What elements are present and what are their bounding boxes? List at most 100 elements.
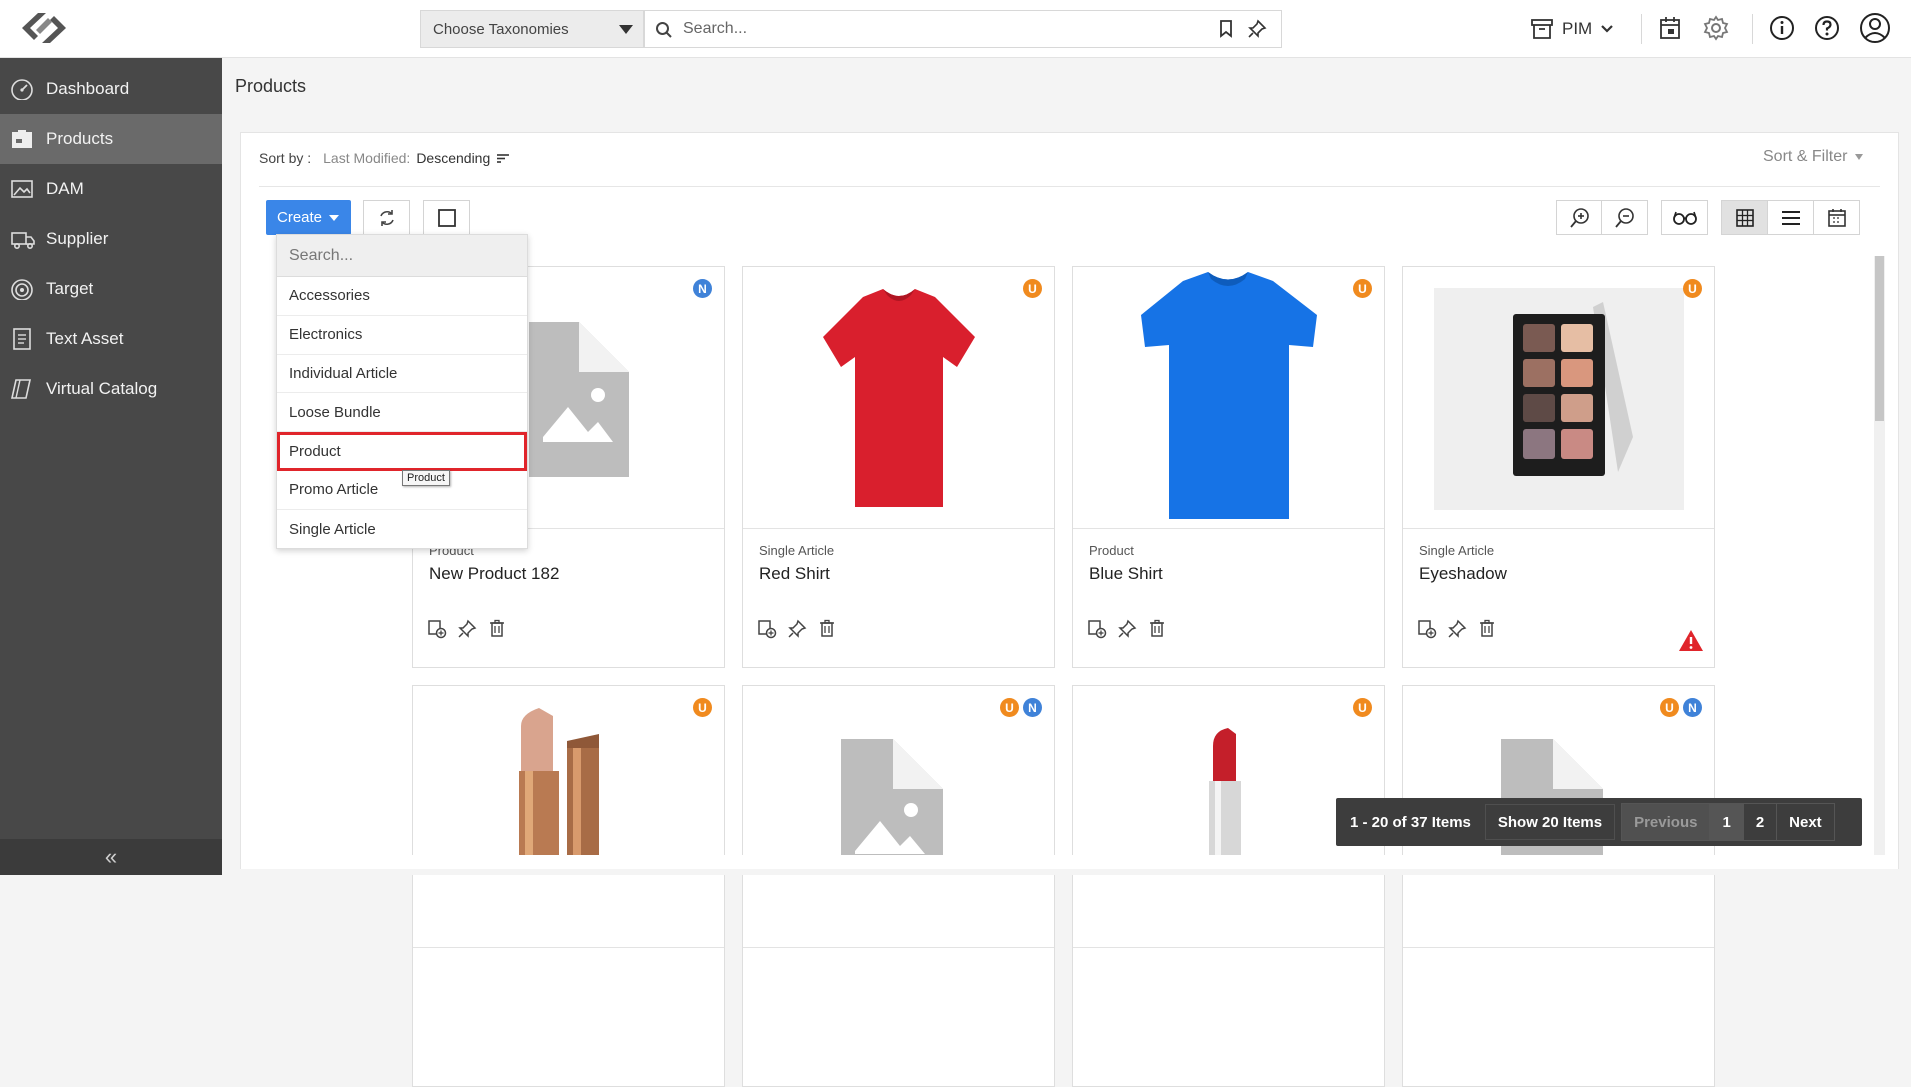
pin-icon[interactable] — [1447, 619, 1467, 639]
menu-item-individual-article[interactable]: Individual Article — [277, 355, 527, 394]
status-badges: U — [1023, 279, 1042, 298]
product-card[interactable]: U — [1072, 685, 1385, 1087]
workspace-label: PIM — [1562, 19, 1593, 38]
create-button[interactable]: Create — [266, 200, 351, 235]
menu-item-single-article[interactable]: Single Article — [277, 510, 527, 549]
sort-filter-toggle[interactable]: Sort & Filter — [1763, 148, 1864, 166]
workspace-switch[interactable]: PIM — [1530, 14, 1614, 44]
refresh-button[interactable] — [363, 200, 410, 235]
sort-order[interactable]: Descending — [416, 150, 490, 166]
vertical-scrollbar[interactable] — [1874, 256, 1885, 856]
card-title: Red Shirt — [759, 564, 830, 583]
pin-icon[interactable] — [457, 619, 477, 639]
card-actions — [1087, 619, 1167, 639]
product-card[interactable]: U N — [742, 685, 1055, 1087]
calendar-view-button[interactable] — [1813, 200, 1860, 235]
product-card[interactable]: U Product Blue Shirt — [1072, 266, 1385, 668]
sidebar-item-label: Text Asset — [46, 329, 124, 348]
status-badge: U — [693, 698, 712, 717]
status-badges: U — [1353, 279, 1372, 298]
product-image — [743, 267, 1054, 529]
create-menu: Accessories Electronics Individual Artic… — [276, 234, 528, 549]
pin-icon[interactable] — [787, 619, 807, 639]
zoom-out-button[interactable] — [1601, 200, 1648, 235]
pagination-info: 1 - 20 of 37 Items — [1350, 813, 1471, 831]
pin-icon[interactable] — [1247, 19, 1267, 39]
product-image — [413, 686, 724, 948]
page-size-button[interactable]: Show 20 Items — [1484, 804, 1616, 840]
help-icon[interactable] — [1814, 15, 1840, 41]
preview-toggle-button[interactable] — [1661, 200, 1708, 235]
taxonomy-select[interactable]: Choose Taxonomies — [420, 10, 644, 48]
sidebar-collapse-button[interactable]: « — [0, 839, 222, 875]
card-type: Single Article — [759, 543, 835, 558]
sidebar-item-dashboard[interactable]: Dashboard — [0, 64, 222, 114]
trash-icon[interactable] — [487, 619, 507, 639]
red-tshirt-image — [823, 289, 975, 507]
zoom-out-icon — [1614, 207, 1636, 229]
status-badges: U — [1353, 698, 1372, 717]
sidebar-item-label: Virtual Catalog — [46, 379, 158, 398]
refresh-icon — [377, 208, 397, 228]
list-view-button[interactable] — [1767, 200, 1814, 235]
trash-icon[interactable] — [1147, 619, 1167, 639]
image-icon — [10, 178, 34, 200]
app-logo[interactable] — [20, 10, 68, 46]
user-avatar-icon[interactable] — [1859, 12, 1891, 44]
sidebar-item-text-asset[interactable]: Text Asset — [0, 314, 222, 364]
target-icon — [10, 278, 34, 300]
trash-icon[interactable] — [1477, 619, 1497, 639]
zoom-in-button[interactable] — [1556, 200, 1603, 235]
status-badges: U — [1683, 279, 1702, 298]
menu-item-loose-bundle[interactable]: Loose Bundle — [277, 393, 527, 433]
info-icon[interactable] — [1769, 15, 1795, 41]
next-page-button[interactable]: Next — [1777, 804, 1834, 840]
status-badge: U — [1683, 279, 1702, 298]
copy-add-icon[interactable] — [1417, 619, 1437, 639]
copy-add-icon[interactable] — [1087, 619, 1107, 639]
zoom-in-icon — [1569, 207, 1591, 229]
divider — [1752, 14, 1753, 44]
grid-view-button[interactable] — [1721, 200, 1768, 235]
sidebar-item-products[interactable]: Products — [0, 114, 222, 164]
pin-icon[interactable] — [1117, 619, 1137, 639]
copy-add-icon[interactable] — [757, 619, 777, 639]
gear-icon[interactable] — [1703, 15, 1729, 41]
copy-add-icon[interactable] — [427, 619, 447, 639]
speedometer-icon — [10, 78, 34, 100]
scrollbar-thumb[interactable] — [1875, 256, 1884, 421]
create-menu-search-input[interactable] — [289, 246, 519, 265]
menu-item-electronics[interactable]: Electronics — [277, 316, 527, 355]
card-actions — [757, 619, 837, 639]
menu-item-product[interactable]: Product — [277, 432, 527, 471]
caret-down-icon — [329, 214, 340, 221]
blue-tshirt-image — [1141, 272, 1317, 519]
product-card[interactable]: U Single Article Eyeshadow — [1402, 266, 1715, 668]
trash-icon[interactable] — [817, 619, 837, 639]
sidebar-item-dam[interactable]: DAM — [0, 164, 222, 214]
search-input[interactable] — [683, 17, 1183, 41]
global-search — [644, 10, 1282, 48]
product-image — [743, 686, 1054, 948]
warning-icon[interactable] — [1678, 629, 1704, 652]
previous-page-button[interactable]: Previous — [1622, 804, 1711, 840]
calendar-box-icon[interactable] — [1658, 15, 1682, 41]
sort-lines-icon[interactable] — [496, 152, 510, 164]
sidebar-item-virtual-catalog[interactable]: Virtual Catalog — [0, 364, 222, 414]
grid-icon — [1735, 208, 1754, 227]
select-all-checkbox[interactable] — [423, 200, 470, 235]
page-button-2[interactable]: 2 — [1743, 804, 1778, 840]
product-card[interactable]: U Single Article Red Shirt — [742, 266, 1055, 668]
sort-bar: Sort by : Last Modified: Descending — [259, 150, 510, 166]
sidebar-item-target[interactable]: Target — [0, 264, 222, 314]
menu-item-accessories[interactable]: Accessories — [277, 277, 527, 316]
product-card[interactable]: U — [412, 685, 725, 1087]
sidebar-item-supplier[interactable]: Supplier — [0, 214, 222, 264]
sidebar-item-label: Dashboard — [46, 79, 130, 98]
product-card[interactable]: U N — [1402, 685, 1715, 1087]
create-menu-search — [277, 235, 527, 277]
sort-field[interactable]: Last Modified: — [323, 150, 410, 166]
page-button-1[interactable]: 1 — [1710, 804, 1744, 840]
bookmark-icon[interactable] — [1219, 20, 1233, 38]
sidebar-item-label: Target — [46, 279, 94, 298]
